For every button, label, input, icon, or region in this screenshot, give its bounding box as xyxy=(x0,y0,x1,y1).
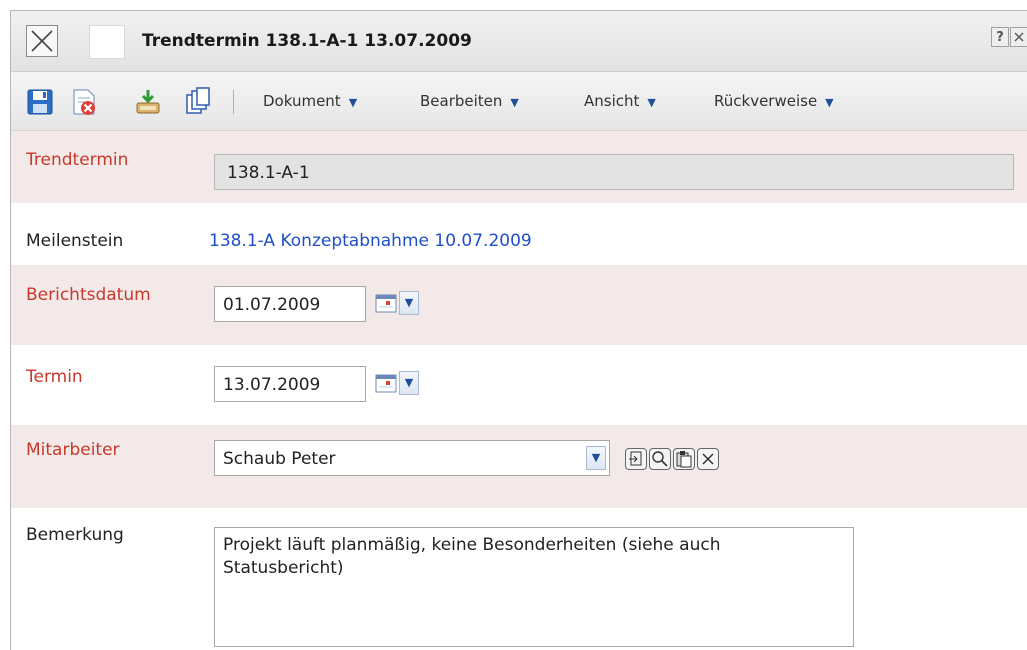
bemerkung-wrapper: Projekt läuft planmäßig, keine Besonderh… xyxy=(11,527,1027,649)
menu-label: Ansicht xyxy=(584,92,640,110)
bemerkung-textarea[interactable]: Projekt läuft planmäßig, keine Besonderh… xyxy=(214,527,854,647)
search-button[interactable] xyxy=(649,448,671,470)
row-termin: Termin 13.07.2009 ▼ xyxy=(11,345,1027,425)
clear-icon xyxy=(702,453,714,465)
menu-label: Rückverweise xyxy=(714,92,818,110)
close-icon xyxy=(1014,32,1024,42)
title-bar: Trendtermin 138.1-A-1 13.07.2009 ? xyxy=(11,11,1027,72)
mitarbeiter-controls: Schaub Peter ▼ xyxy=(11,440,1027,480)
paste-icon xyxy=(676,451,692,468)
export-icon[interactable] xyxy=(133,87,163,117)
calendar-icon[interactable] xyxy=(375,373,397,393)
calendar-icon[interactable] xyxy=(375,293,397,313)
row-berichtsdatum: Berichtsdatum 01.07.2009 ▼ xyxy=(11,265,1027,345)
dialog-window: Trendtermin 138.1-A-1 13.07.2009 ? Dokum… xyxy=(10,10,1027,650)
menu-bearbeiten[interactable]: Bearbeiten ▼ xyxy=(420,92,519,110)
document-icon-placeholder xyxy=(89,25,125,59)
trendtermin-field: 138.1-A-1 xyxy=(214,154,1014,190)
berichtsdatum-input[interactable]: 01.07.2009 xyxy=(214,286,366,322)
menu-label: Dokument xyxy=(263,92,341,110)
termin-input[interactable]: 13.07.2009 xyxy=(214,366,366,402)
toolbar-separator xyxy=(233,90,234,114)
dropdown-arrow-icon: ▼ xyxy=(510,96,519,109)
form-area: Trendtermin 138.1-A-1 Meilenstein 138.1-… xyxy=(11,131,1027,650)
paste-button[interactable] xyxy=(673,448,695,470)
save-icon[interactable] xyxy=(25,87,55,117)
termin-label: Termin xyxy=(26,367,83,387)
row-trendtermin: Trendtermin 138.1-A-1 xyxy=(11,131,1027,203)
menu-ansicht[interactable]: Ansicht ▼ xyxy=(584,92,656,110)
help-button[interactable]: ? xyxy=(991,27,1009,47)
toolbar: Dokument ▼ Bearbeiten ▼ Ansicht ▼ Rückverwe… xyxy=(11,72,1027,131)
window-close-button[interactable] xyxy=(1010,27,1027,47)
menu-dokument[interactable]: Dokument ▼ xyxy=(263,92,357,110)
delete-document-icon[interactable] xyxy=(69,87,99,117)
dropdown-arrow-icon: ▼ xyxy=(647,96,656,109)
termin-dropdown-button[interactable]: ▼ xyxy=(399,371,419,395)
meilenstein-link[interactable]: 138.1-A Konzeptabnahme 10.07.2009 xyxy=(209,231,532,251)
berichtsdatum-dropdown-button[interactable]: ▼ xyxy=(399,291,419,315)
row-meilenstein: Meilenstein 138.1-A Konzeptabnahme 10.07… xyxy=(11,203,1027,265)
window-title: Trendtermin 138.1-A-1 13.07.2009 xyxy=(142,31,472,51)
trendtermin-label: Trendtermin xyxy=(26,150,129,170)
close-icon xyxy=(31,30,53,52)
search-icon xyxy=(652,451,668,467)
copy-icon[interactable] xyxy=(183,87,213,117)
meilenstein-label: Meilenstein xyxy=(26,231,124,251)
open-record-icon xyxy=(629,451,642,466)
dropdown-arrow-icon: ▼ xyxy=(348,96,358,109)
row-mitarbeiter: Mitarbeiter Schaub Peter ▼ xyxy=(11,425,1027,508)
berichtsdatum-label: Berichtsdatum xyxy=(26,285,151,305)
open-record-button[interactable] xyxy=(625,448,647,470)
close-button[interactable] xyxy=(26,25,58,57)
dropdown-arrow-icon: ▼ xyxy=(825,96,834,109)
menu-label: Bearbeiten xyxy=(420,92,503,110)
menu-rueckverweise[interactable]: Rückverweise ▼ xyxy=(714,92,834,110)
row-bemerkung: Bemerkung Projekt läuft planmäßig, keine… xyxy=(11,508,1027,650)
mitarbeiter-select[interactable]: Schaub Peter xyxy=(214,440,610,476)
mitarbeiter-dropdown-button[interactable]: ▼ xyxy=(586,446,606,470)
clear-button[interactable] xyxy=(697,448,719,470)
